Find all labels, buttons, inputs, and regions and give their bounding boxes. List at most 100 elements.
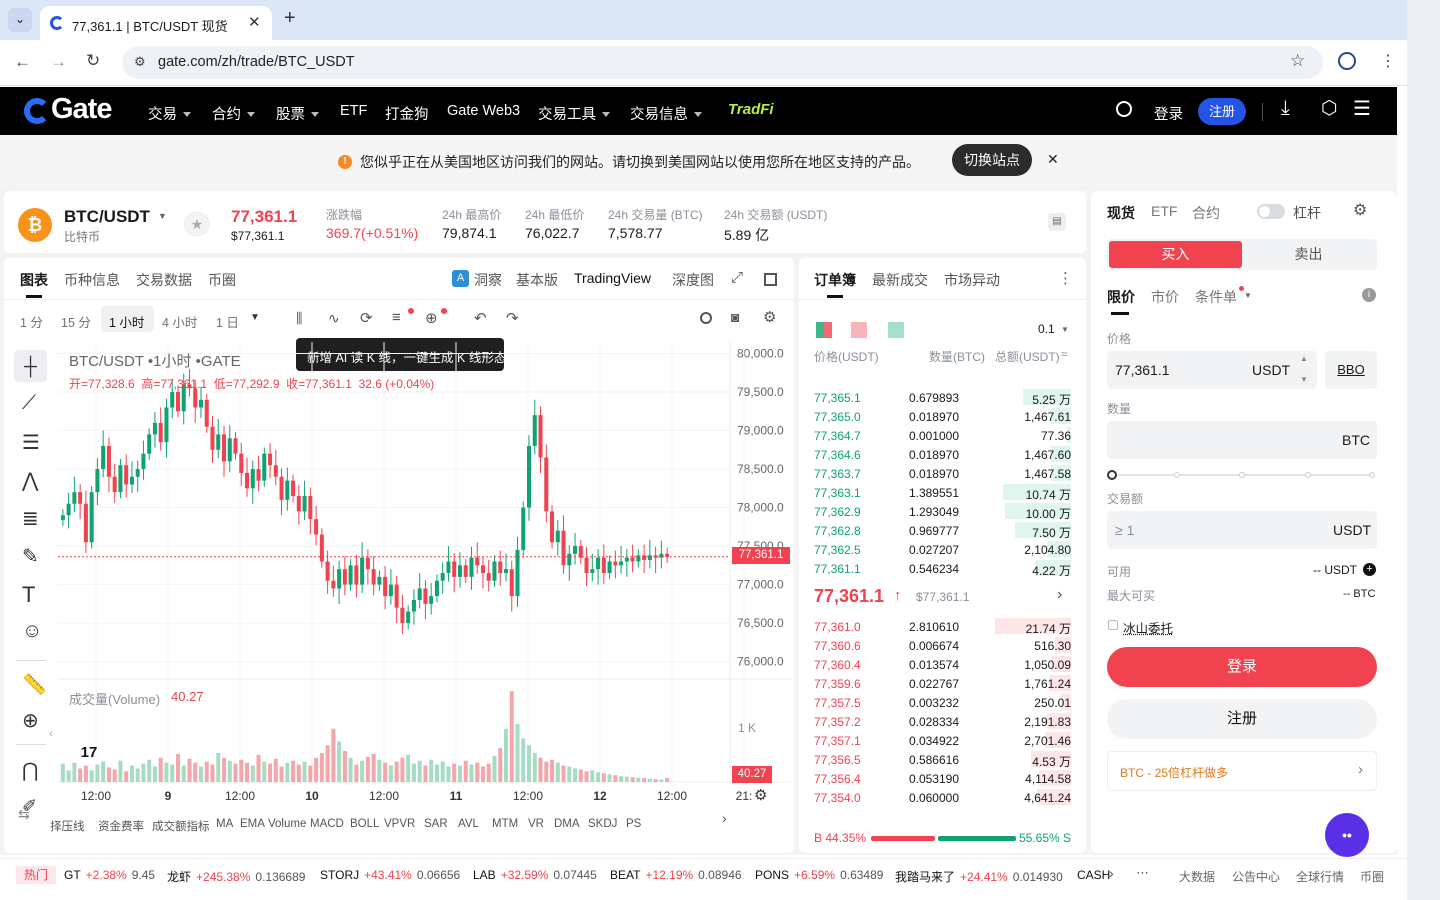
tab-latest-trades[interactable]: 最新成交 [872,270,928,290]
amount-input[interactable]: ≥ 1 USDT [1107,511,1377,549]
menu-icon[interactable]: ☰ [1353,96,1371,121]
bbo-button[interactable]: BBO [1325,351,1377,389]
orderbook-row[interactable]: 77,356.5 0.586616 4.53 万 [809,750,1075,769]
orderbook-row[interactable]: 77,354.0 0.060000 4,641.24 [809,788,1075,807]
iceberg-label[interactable]: 冰山委托 [1123,618,1173,637]
nav-etf[interactable]: ETF [340,103,367,119]
price-input[interactable]: 77,361.1 USDT ▲ ▼ [1107,351,1317,389]
tab-depth[interactable]: 深度图 [672,270,714,290]
profile-icon[interactable] [1338,52,1356,70]
ticker-item[interactable]: STORJ +43.41% 0.06656 [320,868,460,882]
view-asks-icon[interactable] [851,322,867,338]
interval-1m[interactable]: 1 分 [20,312,43,331]
indicator-1[interactable]: 资金费率 [98,818,144,834]
nav-dajingou[interactable]: 打金狗 [385,103,429,124]
horizontal-lines-icon[interactable]: ☰ [22,430,48,456]
orderbook-row[interactable]: 77,357.2 0.028334 2,191.83 [809,712,1075,731]
sell-tab[interactable]: 卖出 [1242,241,1375,268]
site-info-icon[interactable]: ⚙ [134,54,146,70]
tab-basic[interactable]: 基本版 [516,270,558,290]
orderbook-row[interactable]: 77,362.9 1.293049 10.00 万 [809,502,1075,521]
price-up-icon[interactable]: ▲ [1300,354,1308,363]
indicator-13[interactable]: DMA [554,818,580,830]
indicator-15[interactable]: PS [626,818,641,830]
download-icon[interactable]: ⤓ [1281,97,1290,120]
info-icon[interactable]: i [1362,288,1376,302]
nav-futures[interactable]: 合约 [212,103,255,124]
tab-market-moves[interactable]: 市场异动 [944,270,1000,290]
orderbook-more-icon[interactable]: ⋮ [1058,269,1073,287]
login-link[interactable]: 登录 [1154,103,1183,124]
nav-web3[interactable]: Gate Web3 [447,103,520,119]
orderbook-row[interactable]: 77,363.1 1.389551 10.74 万 [809,483,1075,502]
orderbook-row[interactable]: 77,361.0 2.810610 21.74 万 [809,617,1075,636]
redo-icon[interactable]: ↷ [506,309,519,327]
pair-dropdown-icon[interactable]: ▼ [158,211,167,221]
order-limit[interactable]: 限价 [1107,287,1135,307]
text-tool-icon[interactable]: T [22,582,48,608]
orderbook-row[interactable]: 77,363.7 0.018970 1,467.58 [809,464,1075,483]
orderbook-row[interactable]: 77,365.0 0.018970 1,467.61 [809,407,1075,426]
orderbook-row[interactable]: 77,357.5 0.003232 250.01 [809,693,1075,712]
close-tab-icon[interactable]: ✕ [248,13,261,31]
tab-bicircle[interactable]: 币圈 [208,270,236,290]
orderbook-row[interactable]: 77,356.4 0.053190 4,114.58 [809,769,1075,788]
interval-more-icon[interactable]: ▼ [250,312,260,323]
orderbook-row[interactable]: 77,360.6 0.006674 516.30 [809,636,1075,655]
nav-info[interactable]: 交易信息 [630,103,702,124]
brush-icon[interactable]: ✎ [22,544,48,570]
interval-15m[interactable]: 15 分 [61,312,91,331]
nav-tools[interactable]: 交易工具 [538,103,610,124]
ruler-icon[interactable]: 📏 [22,672,48,698]
mid-chevron-icon[interactable]: › [1057,586,1062,604]
candlestick-chart[interactable]: 80,000.079,500.079,000.078,500.078,000.0… [58,342,791,812]
new-tab-icon[interactable]: + [284,7,296,30]
ticker-item[interactable]: LAB +32.59% 0.07445 [473,868,597,882]
browser-menu-icon[interactable]: ⋮ [1380,51,1396,71]
tab-trade-data[interactable]: 交易数据 [136,270,192,290]
orderbook-row[interactable]: 77,360.4 0.013574 1,050.09 [809,655,1075,674]
view-bids-icon[interactable] [888,322,904,338]
qty-slider[interactable] [1107,469,1377,481]
deposit-plus-icon[interactable]: + [1363,563,1376,576]
buy-tab[interactable]: 买入 [1109,241,1242,268]
order-market[interactable]: 市价 [1151,287,1179,307]
nav-stocks[interactable]: 股票 [276,103,319,124]
camera-icon[interactable]: ◙ [731,309,739,325]
indicator-3[interactable]: MA [216,818,233,830]
qty-input[interactable]: BTC [1107,421,1377,459]
candle-type-icon[interactable]: ⫼ [296,310,302,327]
settings-hex-icon[interactable]: ⬡ [1321,97,1338,120]
ob-header-toggle-icon[interactable]: ≈ [1061,347,1068,361]
orderbook-row[interactable]: 77,357.1 0.034922 2,701.46 [809,731,1075,750]
url-text[interactable]: gate.com/zh/trade/BTC_USDT [158,54,355,70]
precision-select[interactable]: 0.1 [1038,322,1055,336]
tab-contract[interactable]: 合约 [1192,203,1220,223]
reload-icon[interactable]: ↻ [86,51,100,71]
undo-icon[interactable]: ↶ [474,309,487,327]
view-both-icon[interactable] [816,322,832,338]
indicator-5[interactable]: Volume [268,818,306,830]
add-indicator-icon[interactable]: ⊕ [425,309,438,327]
login-button[interactable]: 登录 [1107,647,1377,687]
orderbook-row[interactable]: 77,359.6 0.022767 1,761.24 [809,674,1075,693]
pair-symbol[interactable]: BTC/USDT [64,207,150,227]
robot-icon[interactable]: ⚙ [1353,200,1367,220]
orderbook-row[interactable]: 77,361.1 0.546234 4.22 万 [809,559,1075,578]
back-icon[interactable]: ← [14,52,31,72]
indicator-scroll-right-icon[interactable]: › [722,810,727,826]
expand-icon[interactable]: ⤢ [731,269,743,286]
ticker-item[interactable]: GT +2.38% 9.45 [64,868,155,882]
window-icon[interactable] [764,273,777,286]
slider-handle[interactable] [1107,470,1117,480]
precision-chevron-icon[interactable]: ▼ [1061,325,1069,334]
indicator-10[interactable]: AVL [458,818,479,830]
indicator-7[interactable]: BOLL [350,818,379,830]
indicator-6[interactable]: MACD [310,818,344,830]
indicator-2[interactable]: 成交额指标 [152,818,210,834]
tab-coin-info[interactable]: 币种信息 [64,270,120,290]
tab-chart[interactable]: 图表 [20,270,48,290]
nav-trade[interactable]: 交易 [148,103,191,124]
indicator-4[interactable]: EMA [240,818,265,830]
indicator-14[interactable]: SKDJ [588,818,617,830]
